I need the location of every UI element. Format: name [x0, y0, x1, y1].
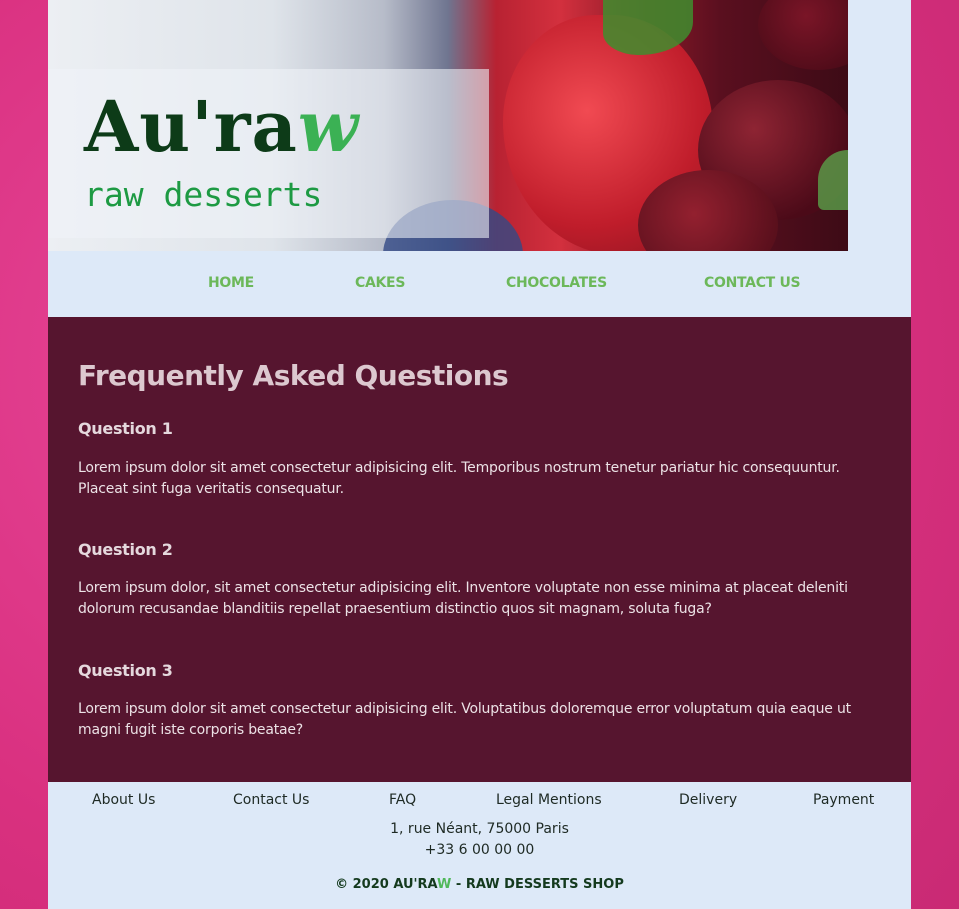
faq-title: Frequently Asked Questions	[78, 359, 509, 392]
hero-banner: Au'raw raw desserts	[48, 0, 848, 251]
logo-main-text: Au'ra	[84, 85, 298, 168]
footer-faq-link[interactable]: FAQ	[389, 792, 416, 808]
cherry-image	[758, 0, 848, 70]
copyright-prefix: © 2020 AU'RA	[335, 877, 438, 892]
logo-tagline: raw desserts	[84, 175, 323, 214]
logo[interactable]: Au'raw	[84, 87, 359, 167]
footer-about-link[interactable]: About Us	[92, 792, 155, 808]
question-answer: Lorem ipsum dolor, sit amet consectetur …	[78, 580, 848, 617]
question-answer: Lorem ipsum dolor sit amet consectetur a…	[78, 460, 840, 497]
address-text: 1, rue Néant, 75000 Paris	[390, 821, 569, 837]
footer-legal-link[interactable]: Legal Mentions	[496, 792, 602, 808]
nav-cakes-link[interactable]: CAKES	[355, 275, 405, 291]
nav-chocolates-link[interactable]: CHOCOLATES	[506, 275, 607, 291]
phone-text: +33 6 00 00 00	[424, 842, 535, 858]
main-nav: HOME CAKES CHOCOLATES CONTACT US	[48, 251, 911, 317]
footer: About Us Contact Us FAQ Legal Mentions D…	[48, 782, 911, 909]
question-answer: Lorem ipsum dolor sit amet consectetur a…	[78, 701, 851, 738]
footer-contact-link[interactable]: Contact Us	[233, 792, 309, 808]
question-title: Question 3	[78, 661, 173, 680]
copyright-text: © 2020 AU'RAW - RAW DESSERTS SHOP	[48, 877, 911, 892]
copyright-accent: W	[437, 877, 452, 892]
question-title: Question 1	[78, 419, 173, 438]
page-container: Au'raw raw desserts HOME CAKES CHOCOLATE…	[48, 0, 911, 909]
question-title: Question 2	[78, 540, 173, 559]
faq-section: Frequently Asked Questions Question 1 Lo…	[48, 317, 911, 782]
logo-accent-text: w	[297, 85, 360, 168]
nav-home-link[interactable]: HOME	[208, 275, 254, 291]
footer-payment-link[interactable]: Payment	[813, 792, 874, 808]
footer-delivery-link[interactable]: Delivery	[679, 792, 737, 808]
copyright-suffix: - RAW DESSERTS SHOP	[451, 877, 624, 892]
nav-contact-link[interactable]: CONTACT US	[704, 275, 801, 291]
logo-panel: Au'raw raw desserts	[48, 69, 489, 238]
